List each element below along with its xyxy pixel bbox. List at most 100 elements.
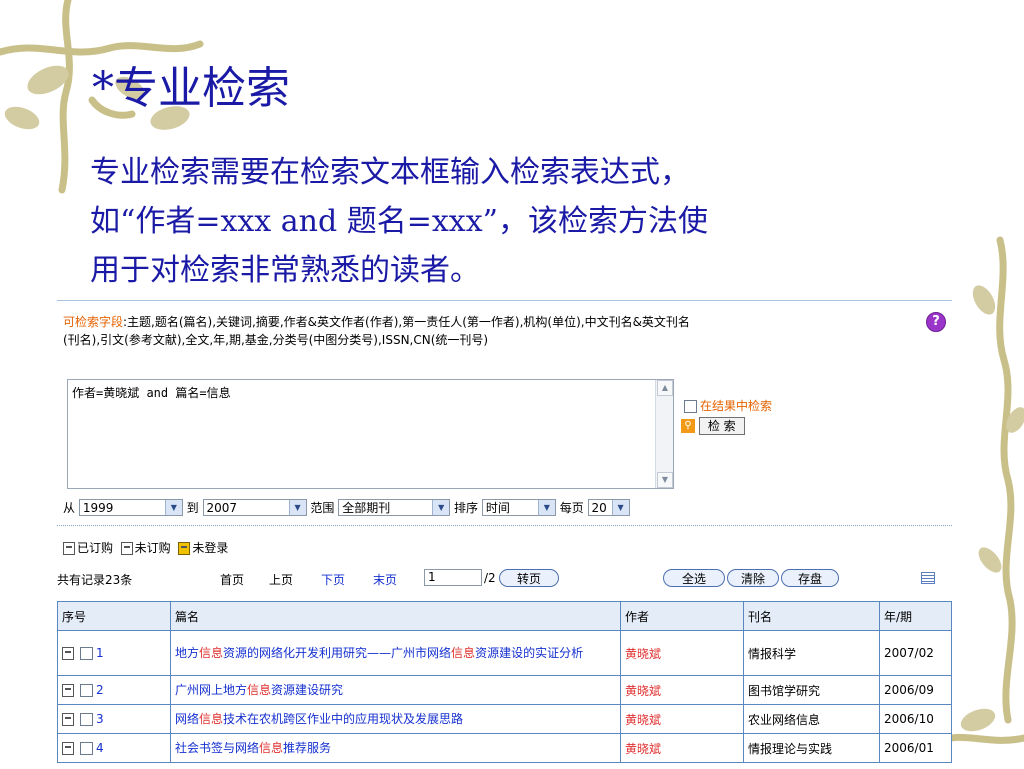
chevron-down-icon: ▼ [611,500,629,515]
search-in-results-checkbox[interactable] [684,400,697,413]
per-page-value: 20 [591,501,607,515]
scroll-up-icon[interactable]: ▲ [657,380,673,396]
page-number-input[interactable]: 1 [424,569,482,586]
row-number: 4 [96,741,104,755]
row-author[interactable]: 黄晓斌 [620,704,744,734]
row-seq: 1 [57,630,171,676]
row-year: 2006/10 [879,704,952,734]
search-in-results-option[interactable]: 在结果中检索 [684,397,772,414]
section-divider [57,525,952,526]
row-checkbox[interactable] [80,713,93,726]
search-button[interactable]: 检 索 [698,417,745,435]
range-select[interactable]: 全部期刊 ▼ [338,499,451,516]
row-journal: 情报科学 [743,630,880,676]
subscribed-icon [63,542,75,555]
per-page-select[interactable]: 20 ▼ [587,499,630,516]
title-keyword[interactable]: 信息 [259,741,283,755]
not-logged-in-icon [178,542,191,555]
pager-bar: 共有记录23条 首页 上页 下页 末页 1 /2 转页 全选 清除 存盘 [57,567,952,591]
slide-title: *专业检索 [92,63,290,114]
subscribed-icon [62,647,74,660]
to-label: 到 [186,501,199,515]
row-author[interactable]: 黄晓斌 [620,675,744,705]
row-checkbox[interactable] [80,742,93,755]
to-year-select[interactable]: 2007 ▼ [202,499,307,516]
row-checkbox[interactable] [80,647,93,660]
row-title[interactable]: 社会书签与网络信息推荐服务 [170,733,621,763]
row-seq: 3 [57,704,171,734]
save-button[interactable]: 存盘 [781,569,839,587]
row-number: 3 [96,712,104,726]
per-page-label: 每页 [559,501,584,515]
unsubscribed-icon [120,542,133,555]
sort-label: 排序 [454,501,479,515]
title-text[interactable]: 资源的网络化开发利用研究——广州市网络 [223,646,451,660]
chevron-down-icon: ▼ [432,500,450,515]
row-author[interactable]: 黄晓斌 [620,630,744,676]
title-text[interactable]: 技术在农机跨区作业中的应用现状及发展思路 [223,712,463,726]
from-label: 从 [63,501,76,515]
row-checkbox[interactable] [80,684,93,697]
table-header-row: 序号 篇名 作者 刊名 年/期 [57,601,952,631]
title-text[interactable]: 资源建设研究 [271,683,343,697]
title-keyword[interactable]: 信息 [199,646,223,660]
title-text[interactable]: 广州网上地方 [175,683,247,697]
query-textarea[interactable]: 作者=黄晓斌 and 篇名=信息 ▲ ▼ [67,379,674,489]
searchable-fields-list: :主题,题名(篇名),关键词,摘要,作者&英文作者(作者),第一责任人(第一作者… [63,315,690,347]
go-to-page-button[interactable]: 转页 [499,569,559,587]
chevron-down-icon: ▼ [164,500,182,515]
textarea-scrollbar[interactable]: ▲ ▼ [655,380,673,488]
title-text[interactable]: 网络 [175,712,199,726]
row-seq: 4 [57,733,171,763]
title-text[interactable]: 推荐服务 [283,741,331,755]
row-journal: 图书馆学研究 [743,675,880,705]
scroll-down-icon[interactable]: ▼ [657,472,673,488]
legend-not-logged-in: 未登录 [192,541,229,555]
prev-page-link[interactable]: 上页 [269,571,293,588]
row-year: 2006/01 [879,733,952,763]
range-value: 全部期刊 [342,501,391,515]
title-text[interactable]: 地方 [175,646,199,660]
legend-subscribed: 已订购 [77,541,114,555]
list-view-icon[interactable] [921,572,935,584]
sort-select[interactable]: 时间 ▼ [481,499,556,516]
table-row: 2 广州网上地方信息资源建设研究 黄晓斌 图书馆学研究 2006/09 [57,675,952,705]
title-text[interactable]: 资源建设的实证分析 [475,646,583,660]
select-all-button[interactable]: 全选 [663,569,725,587]
subscribed-icon [62,742,74,755]
searchable-fields-label: 可检索字段 [63,315,124,329]
title-keyword[interactable]: 信息 [451,646,475,660]
row-title[interactable]: 网络信息技术在农机跨区作业中的应用现状及发展思路 [170,704,621,734]
filter-row: 从 1999 ▼ 到 2007 ▼ 范围 全部期刊 ▼ 排序 时间 ▼ 每页 20 ▼ [63,499,630,516]
col-title: 篇名 [170,601,621,631]
row-title[interactable]: 广州网上地方信息资源建设研究 [170,675,621,705]
title-keyword[interactable]: 信息 [247,683,271,697]
next-page-link[interactable]: 下页 [321,571,345,588]
help-icon[interactable]: ? [926,312,946,332]
to-year-value: 2007 [206,501,238,515]
slide-body: 专业检索需要在检索文本框输入检索表达式， 如“作者=xxx and 题名=xxx… [90,148,880,295]
legend-unsubscribed: 未订购 [134,541,171,555]
row-year: 2006/09 [879,675,952,705]
clear-button[interactable]: 清除 [727,569,779,587]
col-journal: 刊名 [743,601,880,631]
chevron-down-icon: ▼ [537,500,555,515]
last-page-link[interactable]: 末页 [373,571,397,588]
results-table: 序号 篇名 作者 刊名 年/期 1 地方信息资源的网络化开发利用研究——广州市网… [57,601,952,763]
searchable-fields: 可检索字段:主题,题名(篇名),关键词,摘要,作者&英文作者(作者),第一责任人… [63,313,703,349]
table-row: 3 网络信息技术在农机跨区作业中的应用现状及发展思路 黄晓斌 农业网络信息 20… [57,704,952,734]
slide-body-line: 如“作者=xxx and 题名=xxx”，该检索方法使 [90,204,708,239]
title-keyword[interactable]: 信息 [199,712,223,726]
first-page-link[interactable]: 首页 [220,571,244,588]
slide-body-line: 用于对检索非常熟悉的读者。 [90,253,480,288]
row-title[interactable]: 地方信息资源的网络化开发利用研究——广州市网络信息资源建设的实证分析 [170,630,621,676]
row-author[interactable]: 黄晓斌 [620,733,744,763]
row-seq: 2 [57,675,171,705]
range-label: 范围 [310,501,335,515]
from-year-select[interactable]: 1999 ▼ [78,499,183,516]
title-text[interactable]: 社会书签与网络 [175,741,259,755]
query-text: 作者=黄晓斌 and 篇名=信息 [72,386,231,400]
subscribed-icon [62,684,74,697]
search-button-group[interactable]: ⚲ 检 索 [681,417,745,435]
row-year: 2007/02 [879,630,952,676]
